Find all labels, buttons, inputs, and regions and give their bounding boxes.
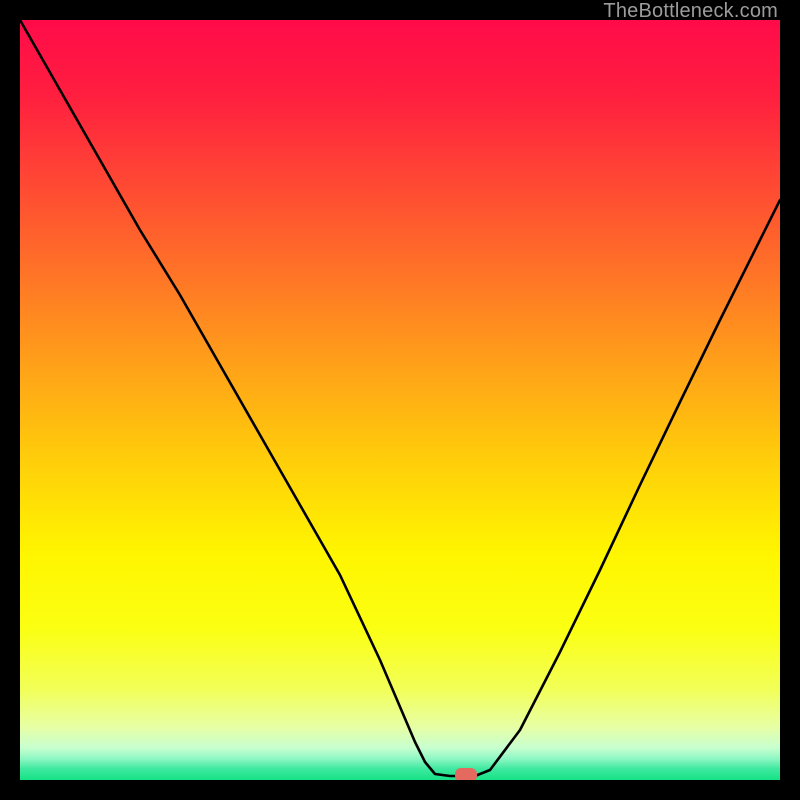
chart-frame: TheBottleneck.com bbox=[0, 0, 800, 800]
watermark-text: TheBottleneck.com bbox=[603, 0, 778, 23]
bottleneck-curve bbox=[20, 20, 780, 776]
curve-layer bbox=[20, 20, 780, 780]
plot-area bbox=[20, 20, 780, 780]
optimum-marker bbox=[455, 768, 477, 780]
